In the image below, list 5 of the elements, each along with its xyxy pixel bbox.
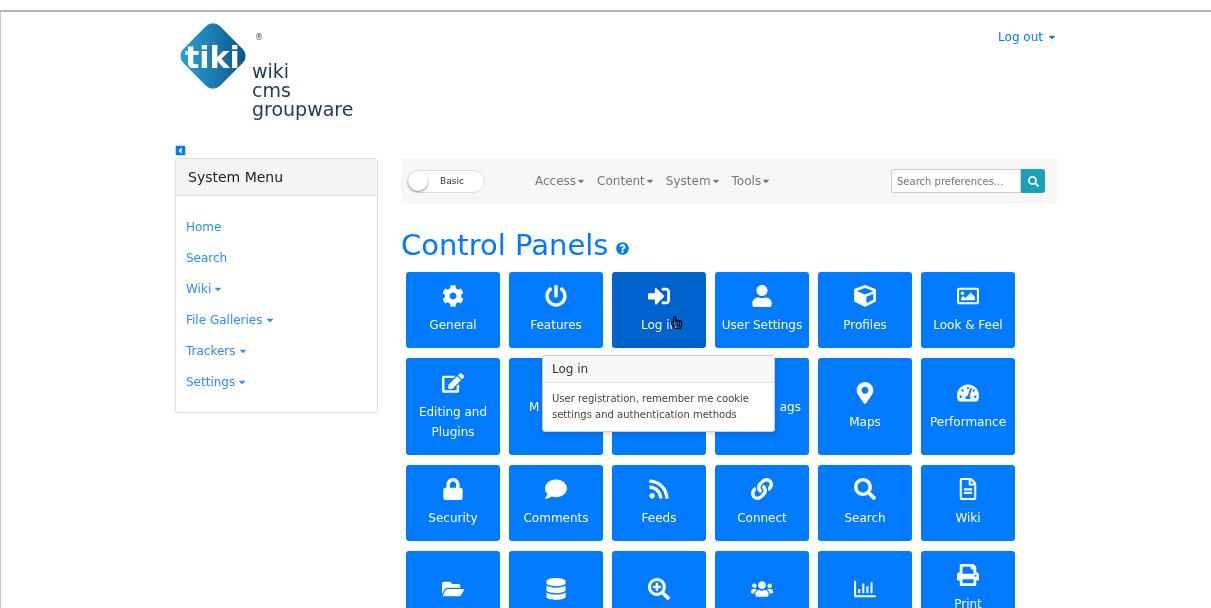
card-title: System Menu: [176, 159, 377, 196]
logo: tiki ® wiki cms groupware: [175, 20, 365, 124]
page-title: Control Panels: [401, 228, 609, 262]
popover-text: User registration, remember me cookie settings and authentication methods: [551, 392, 751, 422]
popover-title: Log in: [543, 356, 774, 383]
